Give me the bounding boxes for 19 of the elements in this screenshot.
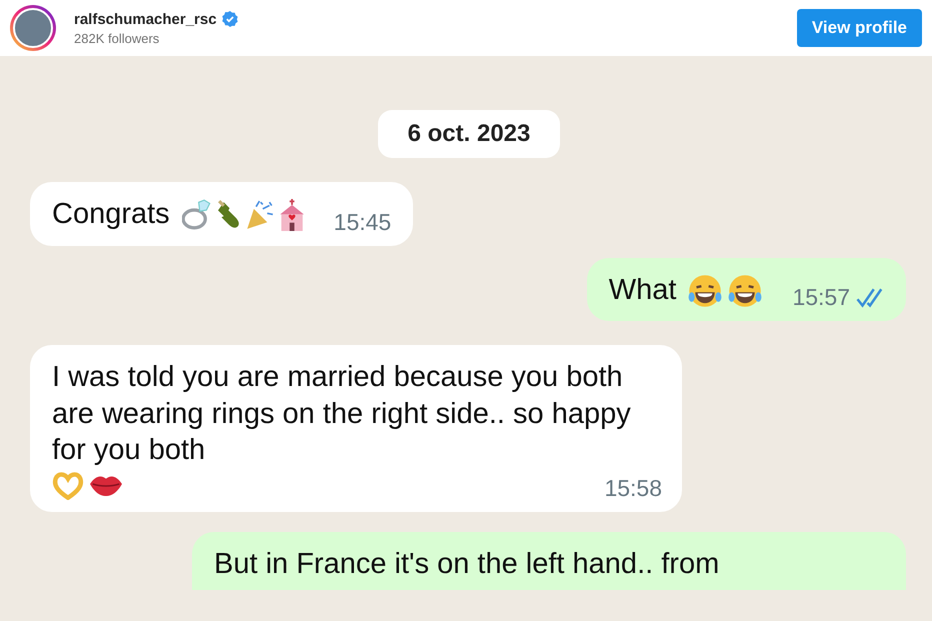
follower-count: 282K followers	[74, 30, 160, 46]
message-time: 15:45	[334, 210, 392, 234]
lips-icon	[90, 476, 122, 496]
message-text: What	[608, 272, 676, 308]
party-popper-icon	[246, 200, 274, 230]
chapel-icon	[280, 198, 304, 231]
laughing-face-icon	[688, 274, 722, 307]
laughing-face-icon	[728, 274, 762, 307]
message-time: 15:57	[792, 286, 850, 310]
heart-hands-icon	[52, 472, 84, 500]
ring-icon	[182, 199, 212, 230]
bottle-icon	[218, 200, 240, 230]
date-separator: 6 oct. 2023	[378, 110, 560, 158]
message-text: I was told you are married because you both are wearing rings on the right side.. so happy for you both	[52, 360, 632, 468]
avatar[interactable]	[10, 5, 56, 51]
username[interactable]: ralfschumacher_rsc	[74, 10, 217, 28]
message-time: 15:58	[604, 477, 662, 500]
message-text: But in France it's on the left hand.. from	[214, 547, 720, 582]
message-text: Congrats	[52, 197, 170, 232]
